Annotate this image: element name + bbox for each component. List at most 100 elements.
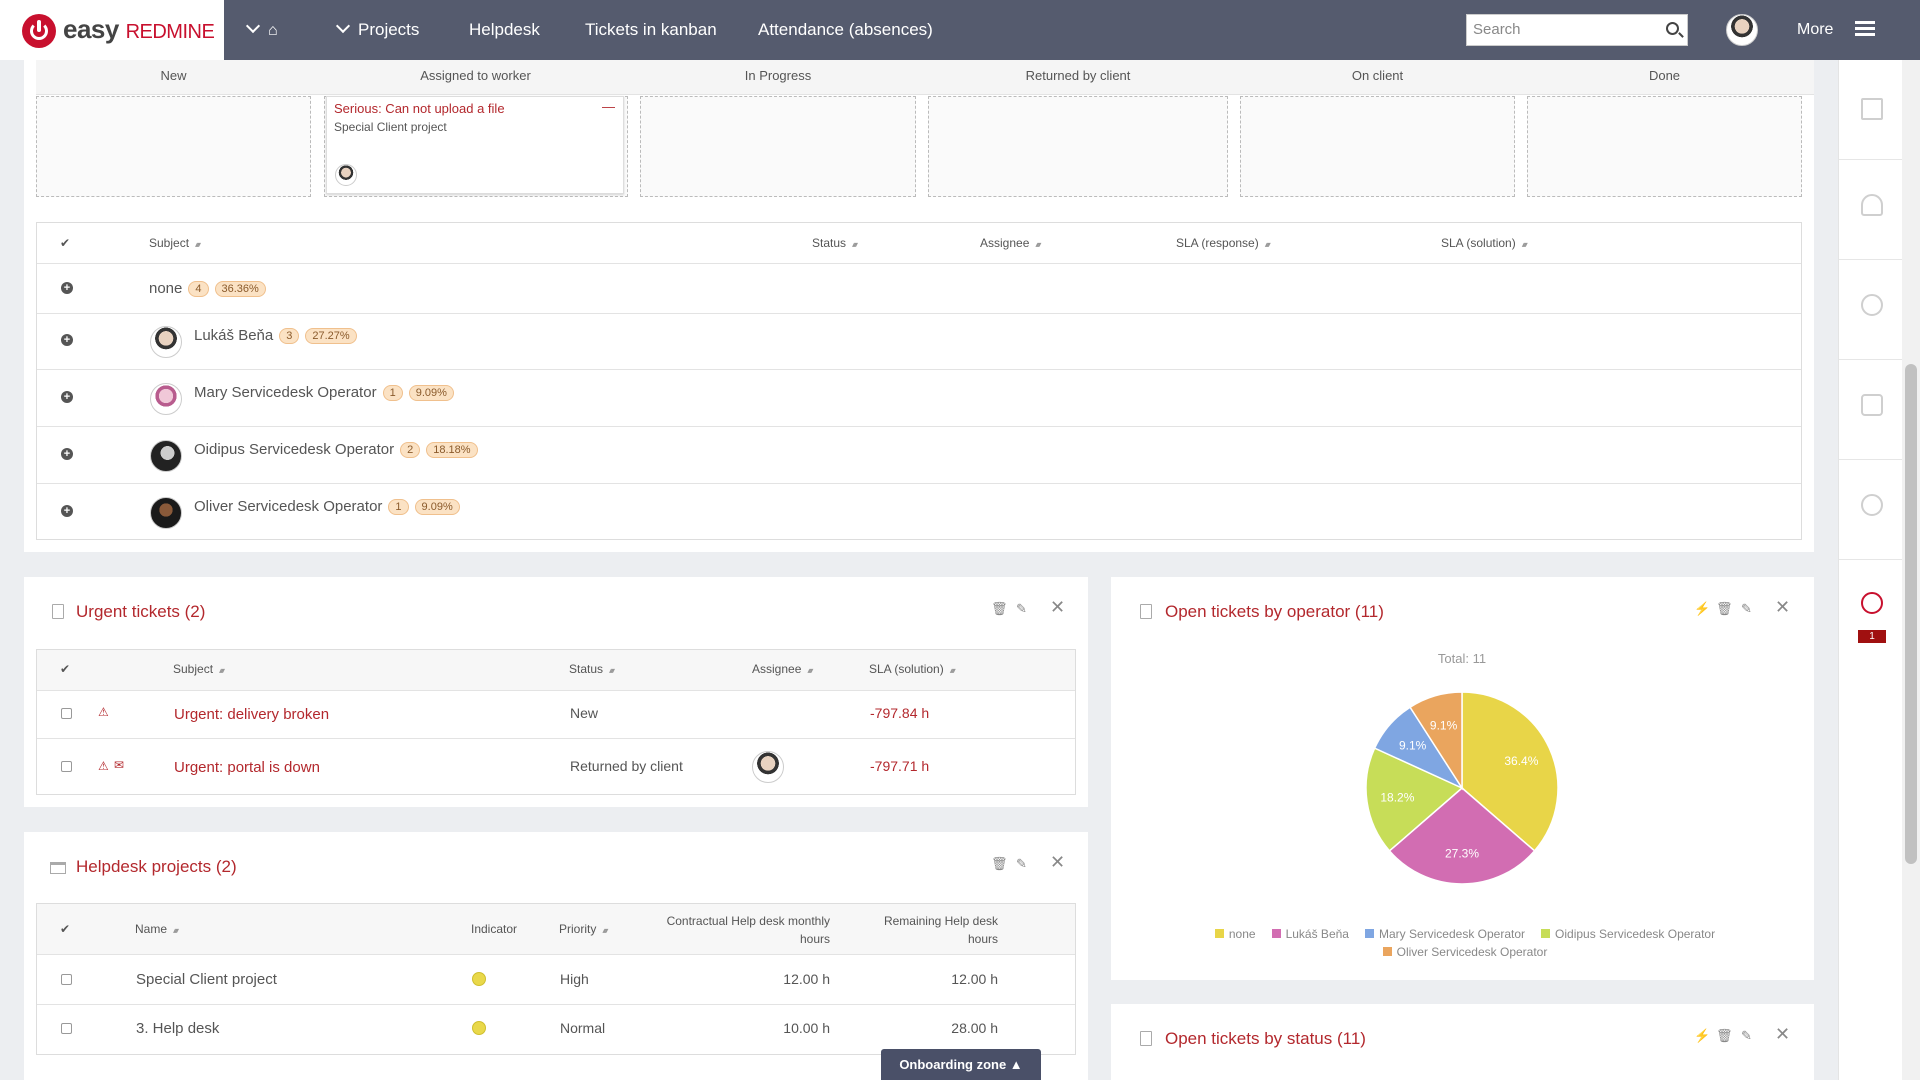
legend-item[interactable]: Mary Servicedesk Operator <box>1364 927 1525 941</box>
pencil-icon[interactable]: ✎ <box>1016 601 1027 617</box>
expand-icon[interactable]: + <box>61 505 73 517</box>
dropzone-done[interactable] <box>1527 96 1802 197</box>
legend-item[interactable]: Oidipus Servicedesk Operator <box>1541 927 1715 941</box>
th-assignee[interactable]: Assignee <box>752 662 811 676</box>
close-icon[interactable]: ✕ <box>1775 1024 1790 1045</box>
chevron-down-icon <box>245 18 261 34</box>
row-checkbox[interactable] <box>61 708 72 719</box>
column-in-progress: In Progress <box>744 68 812 83</box>
avatar <box>150 383 182 415</box>
trash-icon[interactable]: 🗑 <box>1716 601 1733 617</box>
group-label: Oliver Servicedesk Operator 1 9.09% <box>194 498 460 515</box>
indicator-dot <box>472 972 486 986</box>
row-checkbox[interactable] <box>61 761 72 772</box>
th-name[interactable]: Name <box>135 922 177 936</box>
document-icon <box>1140 1031 1152 1046</box>
column-done: Done <box>1648 68 1681 83</box>
select-all-check[interactable]: ✔ <box>60 236 70 250</box>
folder-icon <box>50 862 66 874</box>
lightbulb-icon[interactable] <box>1861 294 1883 316</box>
expand-icon[interactable]: + <box>61 391 73 403</box>
th-sla-response[interactable]: SLA (response) <box>1176 236 1269 250</box>
nav-home[interactable]: ⌂ <box>245 0 278 60</box>
dropzone-on-client[interactable] <box>1240 96 1515 197</box>
hamburger-icon[interactable] <box>1855 21 1875 24</box>
logo[interactable]: easy REDMINE <box>0 0 224 60</box>
nav-tickets-kanban[interactable]: Tickets in kanban <box>585 0 717 60</box>
percent-badge: 36.36% <box>214 281 266 297</box>
bolt-icon[interactable]: ⚡ <box>1694 1028 1710 1044</box>
th-priority[interactable]: Priority <box>559 922 606 936</box>
ticket-link[interactable]: Urgent: portal is down <box>174 759 320 776</box>
search-icon[interactable] <box>1666 22 1679 35</box>
bolt-icon[interactable]: ⚡ <box>1694 601 1710 617</box>
kanban-card[interactable]: Serious: Can not upload a file — Special… <box>326 96 624 194</box>
urgent-tickets-title[interactable]: Urgent tickets (2) <box>76 602 205 622</box>
dropzone-new[interactable] <box>36 96 311 197</box>
clipboard-check-icon[interactable] <box>1861 394 1883 416</box>
divider <box>37 738 1075 739</box>
divider <box>1839 259 1903 260</box>
count-badge: 3 <box>279 328 300 344</box>
scrollbar-thumb[interactable] <box>1905 364 1917 864</box>
percent-badge: 27.27% <box>305 328 357 344</box>
dropzone-in-progress[interactable] <box>640 96 916 197</box>
th-status[interactable]: Status <box>812 236 856 250</box>
th-assignee[interactable]: Assignee <box>980 236 1039 250</box>
trash-icon[interactable]: 🗑 <box>991 601 1008 617</box>
pencil-icon[interactable]: ✎ <box>1741 601 1752 617</box>
divider <box>1839 459 1903 460</box>
divider <box>1839 559 1903 560</box>
trash-icon[interactable]: 🗑 <box>1716 1028 1733 1044</box>
ticket-link[interactable]: Urgent: delivery broken <box>174 706 329 723</box>
nav-projects[interactable]: Projects <box>335 0 419 60</box>
collapse-icon[interactable]: — <box>602 99 615 114</box>
status-chart-title[interactable]: Open tickets by status (11) <box>1165 1029 1366 1049</box>
activity-icon[interactable] <box>1861 98 1883 120</box>
user-icon[interactable] <box>1861 194 1883 216</box>
column-assigned: Assigned to worker <box>420 68 531 83</box>
nav-attendance[interactable]: Attendance (absences) <box>758 0 933 60</box>
card-title[interactable]: Serious: Can not upload a file <box>334 101 505 116</box>
operator-chart-title[interactable]: Open tickets by operator (11) <box>1165 602 1384 622</box>
legend-item[interactable]: none <box>1214 927 1256 941</box>
close-icon[interactable]: ✕ <box>1050 597 1065 618</box>
expand-icon[interactable]: + <box>61 334 73 346</box>
legend-item[interactable]: Oliver Servicedesk Operator <box>1382 945 1547 959</box>
th-status[interactable]: Status <box>569 662 613 676</box>
search-input[interactable]: Search <box>1466 14 1688 46</box>
more-menu[interactable]: More <box>1797 0 1833 60</box>
onboarding-zone-button[interactable]: Onboarding zone ▲ <box>881 1049 1041 1080</box>
project-name[interactable]: 3. Help desk <box>136 1020 219 1037</box>
project-remaining-hours: 28.00 h <box>951 1020 998 1036</box>
pencil-icon[interactable]: ✎ <box>1741 1028 1752 1044</box>
th-subject[interactable]: Subject <box>149 236 199 250</box>
row-checkbox[interactable] <box>61 1023 72 1034</box>
project-contract-hours: 12.00 h <box>783 971 830 987</box>
th-sla-solution[interactable]: SLA (solution) <box>1441 236 1526 250</box>
pencil-icon[interactable]: ✎ <box>1016 856 1027 872</box>
th-subject[interactable]: Subject <box>173 662 223 676</box>
home-icon: ⌂ <box>268 22 278 39</box>
user-avatar[interactable] <box>1726 14 1758 46</box>
expand-icon[interactable]: + <box>61 448 73 460</box>
chevron-down-icon <box>335 18 351 34</box>
indicator-dot <box>472 1021 486 1035</box>
row-checkbox[interactable] <box>61 974 72 985</box>
history-icon[interactable] <box>1861 592 1883 614</box>
select-all-check[interactable]: ✔ <box>60 662 70 676</box>
dropzone-returned[interactable] <box>928 96 1228 197</box>
close-icon[interactable]: ✕ <box>1050 852 1065 873</box>
helpdesk-projects-title[interactable]: Helpdesk projects (2) <box>76 857 237 877</box>
nav-helpdesk[interactable]: Helpdesk <box>469 0 540 60</box>
legend-item[interactable]: Lukáš Beňa <box>1271 927 1349 941</box>
th-sla-solution[interactable]: SLA (solution) <box>869 662 954 676</box>
chat-icon[interactable] <box>1861 494 1883 516</box>
close-icon[interactable]: ✕ <box>1775 597 1790 618</box>
trash-icon[interactable]: 🗑 <box>991 856 1008 872</box>
expand-icon[interactable]: + <box>61 282 73 294</box>
group-label: Lukáš Beňa 3 27.27% <box>194 327 357 344</box>
project-name[interactable]: Special Client project <box>136 971 277 988</box>
select-all-check[interactable]: ✔ <box>60 922 70 936</box>
ticket-sla: -797.84 h <box>870 705 930 721</box>
